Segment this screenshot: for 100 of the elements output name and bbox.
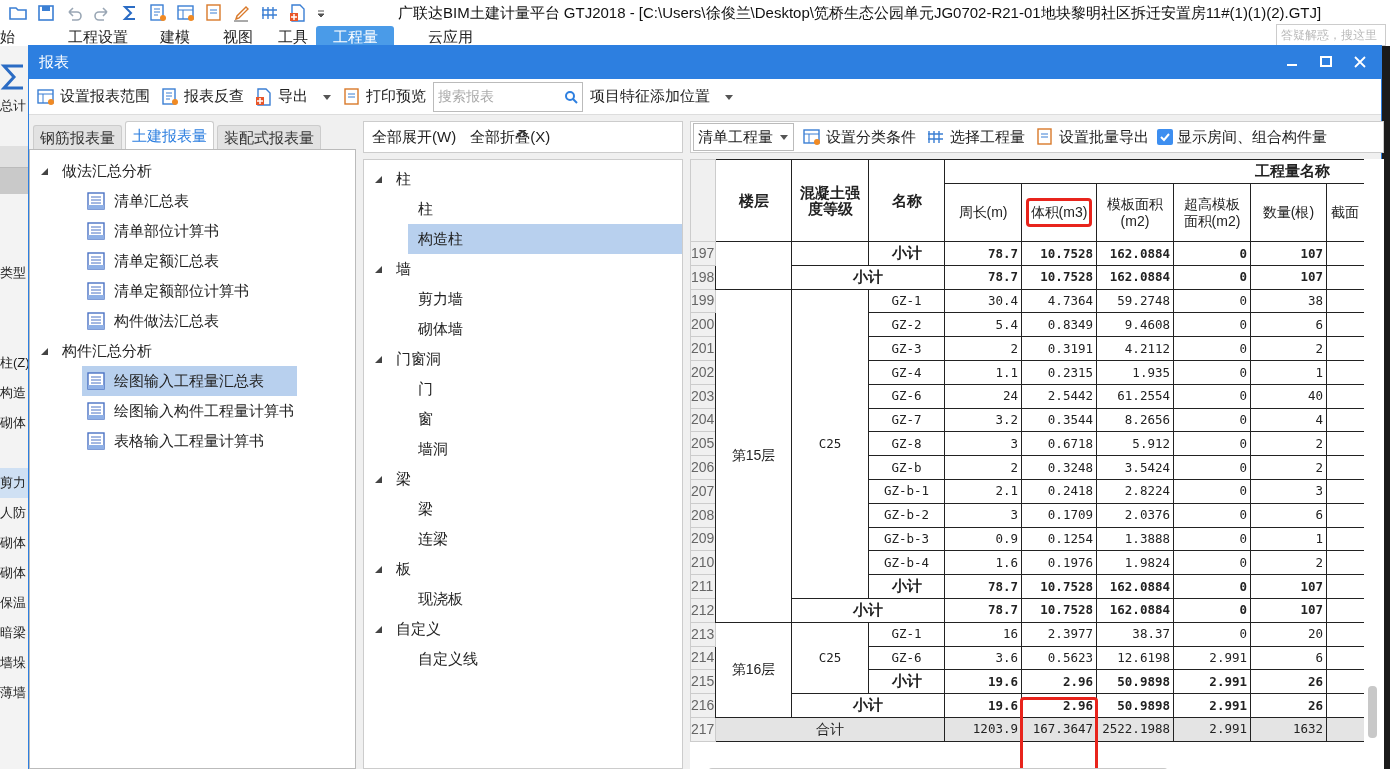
list-item[interactable]: 柱(Z) xyxy=(0,347,28,378)
menu-tab[interactable]: 工程设置 xyxy=(52,26,144,46)
column-header: 楼层 xyxy=(738,191,769,209)
report-tab[interactable]: 装配式报表量 xyxy=(217,125,321,149)
table-cell: 合计 xyxy=(816,720,844,737)
new-document-icon[interactable] xyxy=(288,3,308,23)
tree-item[interactable]: 现浇板 xyxy=(408,584,682,614)
tree-item[interactable]: 门 xyxy=(408,374,682,404)
customize-icon[interactable] xyxy=(316,8,326,18)
maximize-icon[interactable] xyxy=(1319,55,1333,69)
checkbox[interactable] xyxy=(1157,129,1173,145)
sum-icon[interactable] xyxy=(0,62,26,92)
tree-item[interactable]: 绘图输入工程量汇总表 xyxy=(82,366,297,396)
tree-item[interactable]: 连梁 xyxy=(408,524,682,554)
list-item[interactable]: 构造 xyxy=(0,377,28,408)
tree-item[interactable]: 柱 xyxy=(408,194,682,224)
toolbar-button[interactable]: 全部折叠(X) xyxy=(470,125,551,149)
tree-group-label[interactable]: 柱 xyxy=(396,167,411,191)
collapse-icon[interactable] xyxy=(374,264,384,274)
list-item[interactable]: 类型 xyxy=(0,257,28,288)
caret-icon xyxy=(779,132,789,142)
report-icon xyxy=(86,251,106,271)
row-number: 216 xyxy=(691,697,715,714)
list-item[interactable]: 保温 xyxy=(0,587,28,618)
list-item[interactable]: 砌体 xyxy=(0,407,28,438)
toolbar-button[interactable]: 项目特征添加位置 xyxy=(587,81,737,112)
collapse-icon[interactable] xyxy=(374,354,384,364)
collapse-icon[interactable] xyxy=(40,166,50,176)
document-icon[interactable] xyxy=(342,86,362,107)
tree-group-label[interactable]: 墙 xyxy=(396,257,411,281)
menu-tab[interactable]: 始 xyxy=(0,26,20,46)
document-icon[interactable] xyxy=(1035,127,1055,147)
collapse-icon[interactable] xyxy=(374,174,384,184)
collapse-icon[interactable] xyxy=(374,564,384,574)
tree-group-label[interactable]: 梁 xyxy=(396,467,411,491)
tree-group-label[interactable]: 构件汇总分析 xyxy=(62,339,152,363)
menu-tab[interactable]: 云应用 xyxy=(410,26,490,46)
table-cell: 10.7528 xyxy=(1040,269,1093,285)
tree-item[interactable]: 剪力墙 xyxy=(408,284,682,314)
tree-item[interactable]: 梁 xyxy=(408,494,682,524)
tree-group-label[interactable]: 自定义 xyxy=(396,617,441,641)
table-cell: 第15层 xyxy=(731,447,776,464)
table-icon[interactable] xyxy=(176,3,196,23)
tree-item[interactable]: 表格输入工程量计算书 xyxy=(82,426,297,456)
tree-item[interactable]: 清单定额部位计算书 xyxy=(82,276,297,306)
collapse-icon[interactable] xyxy=(40,346,50,356)
menu-tab[interactable]: 工具 xyxy=(270,26,316,46)
report-tab[interactable]: 土建报表量 xyxy=(125,121,214,149)
toolbar-button[interactable]: 报表反查 xyxy=(157,81,247,112)
tree-item[interactable]: 自定义线 xyxy=(408,644,682,674)
list-item[interactable]: 砌体 xyxy=(0,557,28,588)
tree-item[interactable]: 清单汇总表 xyxy=(82,186,297,216)
tree-item[interactable]: 墙洞 xyxy=(408,434,682,464)
row-number: 209 xyxy=(691,530,715,547)
list-item[interactable]: 薄墙 xyxy=(0,677,28,708)
menu-tab[interactable]: 建模 xyxy=(144,26,206,46)
table-cell: 1.935 xyxy=(1132,364,1170,380)
toolbar-button[interactable]: 设置分类条件 xyxy=(800,123,918,151)
document-icon[interactable] xyxy=(204,3,224,23)
close-icon[interactable] xyxy=(1353,55,1367,69)
tree-item[interactable]: 构件做法汇总表 xyxy=(82,306,297,336)
collapse-icon[interactable] xyxy=(374,624,384,634)
toolbar-button[interactable]: 设置报表范围 xyxy=(33,81,153,112)
table-cell: 2.991 xyxy=(1209,650,1247,666)
collapse-icon[interactable] xyxy=(374,474,384,484)
toolbar-button[interactable]: 选择工程量 xyxy=(924,123,1027,151)
table-icon[interactable] xyxy=(802,127,822,147)
scrollbar-thumb[interactable] xyxy=(1368,686,1377,738)
table-cell: 0 xyxy=(1239,459,1247,475)
table-icon[interactable] xyxy=(36,86,56,107)
report-type-dropdown[interactable]: 清单工程量 xyxy=(693,123,794,151)
report-icon[interactable] xyxy=(148,3,168,23)
toolbar-button[interactable]: 打印预览 xyxy=(339,81,429,112)
tree-item[interactable]: 构造柱 xyxy=(408,224,682,254)
tree-item[interactable]: 砌体墙 xyxy=(408,314,682,344)
list-item[interactable]: 砌体 xyxy=(0,527,28,558)
search-icon[interactable] xyxy=(564,89,578,104)
tree-group-label[interactable]: 门窗洞 xyxy=(396,347,441,371)
toolbar-button[interactable]: 设置批量导出 xyxy=(1033,123,1151,151)
dialog-title: 报表 xyxy=(39,51,69,72)
save-icon[interactable] xyxy=(36,3,56,23)
table-cell: 40 xyxy=(1307,388,1323,404)
report-tab[interactable]: 钢筋报表量 xyxy=(33,125,122,149)
tree-item[interactable]: 清单定额汇总表 xyxy=(82,246,297,276)
list-item[interactable]: 剪力 xyxy=(0,467,28,498)
tree-group-label[interactable]: 做法汇总分析 xyxy=(62,159,152,183)
tree-item[interactable]: 窗 xyxy=(408,404,682,434)
new-document-icon[interactable] xyxy=(254,86,274,107)
tree-group-label[interactable]: 板 xyxy=(396,557,411,581)
tree-item[interactable]: 绘图输入构件工程量计算书 xyxy=(82,396,297,426)
table-cell: 6 xyxy=(1315,507,1323,523)
list-item[interactable]: 墙垛 xyxy=(0,647,28,678)
table-cell: 2.96 xyxy=(1062,673,1093,689)
tree-item[interactable]: 清单部位计算书 xyxy=(82,216,297,246)
report-icon[interactable] xyxy=(160,86,180,107)
list-item[interactable]: 暗梁 xyxy=(0,617,28,648)
toolbar-button[interactable]: 导出 xyxy=(251,81,335,112)
menu-tab[interactable]: 视图 xyxy=(206,26,270,46)
toolbar-button[interactable]: 全部展开(W) xyxy=(372,125,457,149)
list-item[interactable]: 人防 xyxy=(0,497,28,528)
